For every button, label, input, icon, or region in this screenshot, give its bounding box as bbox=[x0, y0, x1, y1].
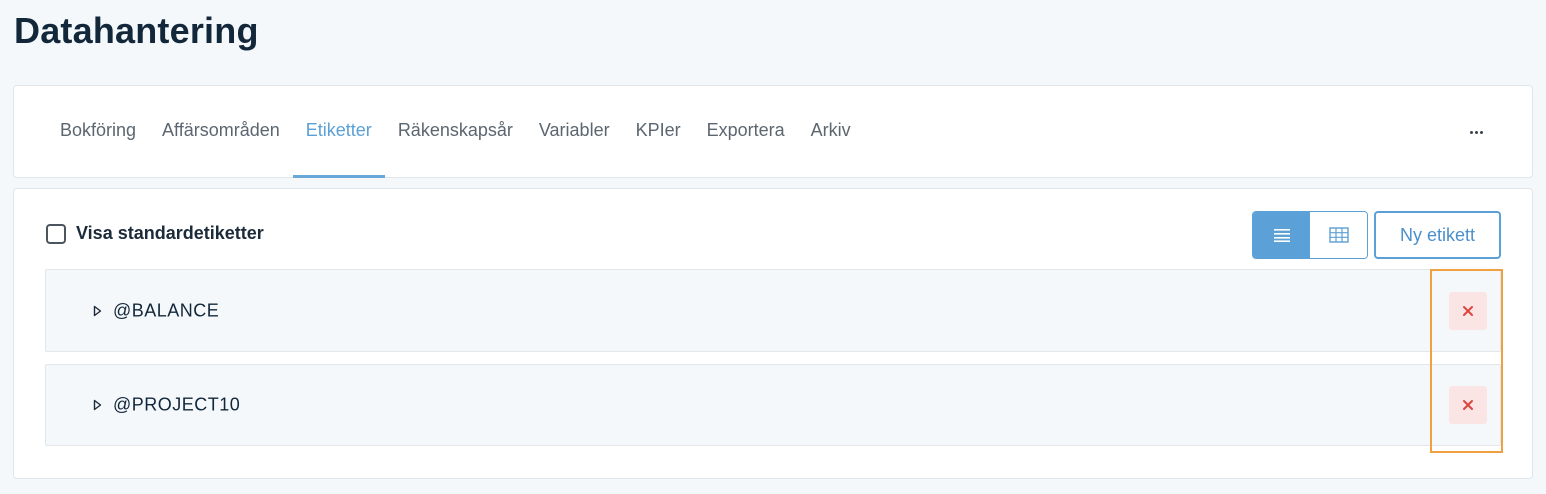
tab-affarsomraden[interactable]: Affärsområden bbox=[149, 86, 293, 178]
delete-tag-button[interactable] bbox=[1449, 386, 1487, 424]
tags-panel: Visa standardetiketter Ny etikett @BALAN… bbox=[13, 188, 1533, 479]
tabs-card: Bokföring Affärsområden Etiketter Räkens… bbox=[13, 85, 1533, 178]
caret-right-icon[interactable] bbox=[91, 398, 103, 412]
tab-exportera[interactable]: Exportera bbox=[694, 86, 798, 178]
tag-row-project10: @PROJECT10 bbox=[45, 364, 1501, 446]
show-standard-tags-checkbox[interactable] bbox=[46, 223, 66, 244]
list-icon bbox=[1273, 229, 1290, 242]
show-standard-tags-toggle[interactable]: Visa standardetiketter bbox=[46, 223, 264, 244]
tab-variabler[interactable]: Variabler bbox=[526, 86, 623, 178]
show-standard-tags-label: Visa standardetiketter bbox=[76, 223, 264, 243]
tab-kpier[interactable]: KPIer bbox=[623, 86, 694, 178]
list-view-button[interactable] bbox=[1253, 212, 1310, 258]
tab-arkiv[interactable]: Arkiv bbox=[798, 86, 864, 178]
tab-rakenskapsar[interactable]: Räkenskapsår bbox=[385, 86, 526, 178]
caret-right-icon[interactable] bbox=[91, 304, 103, 318]
tag-row-balance: @BALANCE bbox=[45, 269, 1501, 352]
tab-bar: Bokföring Affärsområden Etiketter Räkens… bbox=[47, 86, 864, 178]
tag-name: @BALANCE bbox=[113, 300, 220, 320]
close-icon bbox=[1463, 305, 1473, 316]
tab-bokforing[interactable]: Bokföring bbox=[47, 86, 149, 178]
tag-name: @PROJECT10 bbox=[113, 394, 241, 415]
tab-etiketter[interactable]: Etiketter bbox=[292, 86, 385, 178]
ellipsis-icon bbox=[1469, 130, 1473, 134]
more-options-button[interactable] bbox=[1464, 122, 1488, 142]
new-tag-button[interactable]: Ny etikett bbox=[1374, 211, 1501, 259]
grid-icon bbox=[1328, 227, 1349, 243]
ellipsis-icon-dot bbox=[1479, 130, 1483, 134]
delete-tag-button[interactable] bbox=[1449, 291, 1487, 330]
view-mode-toggle bbox=[1252, 211, 1368, 259]
grid-view-button[interactable] bbox=[1310, 212, 1367, 258]
close-icon bbox=[1463, 400, 1473, 410]
page-title: Datahantering bbox=[14, 10, 259, 51]
ellipsis-icon-dot bbox=[1474, 130, 1478, 134]
